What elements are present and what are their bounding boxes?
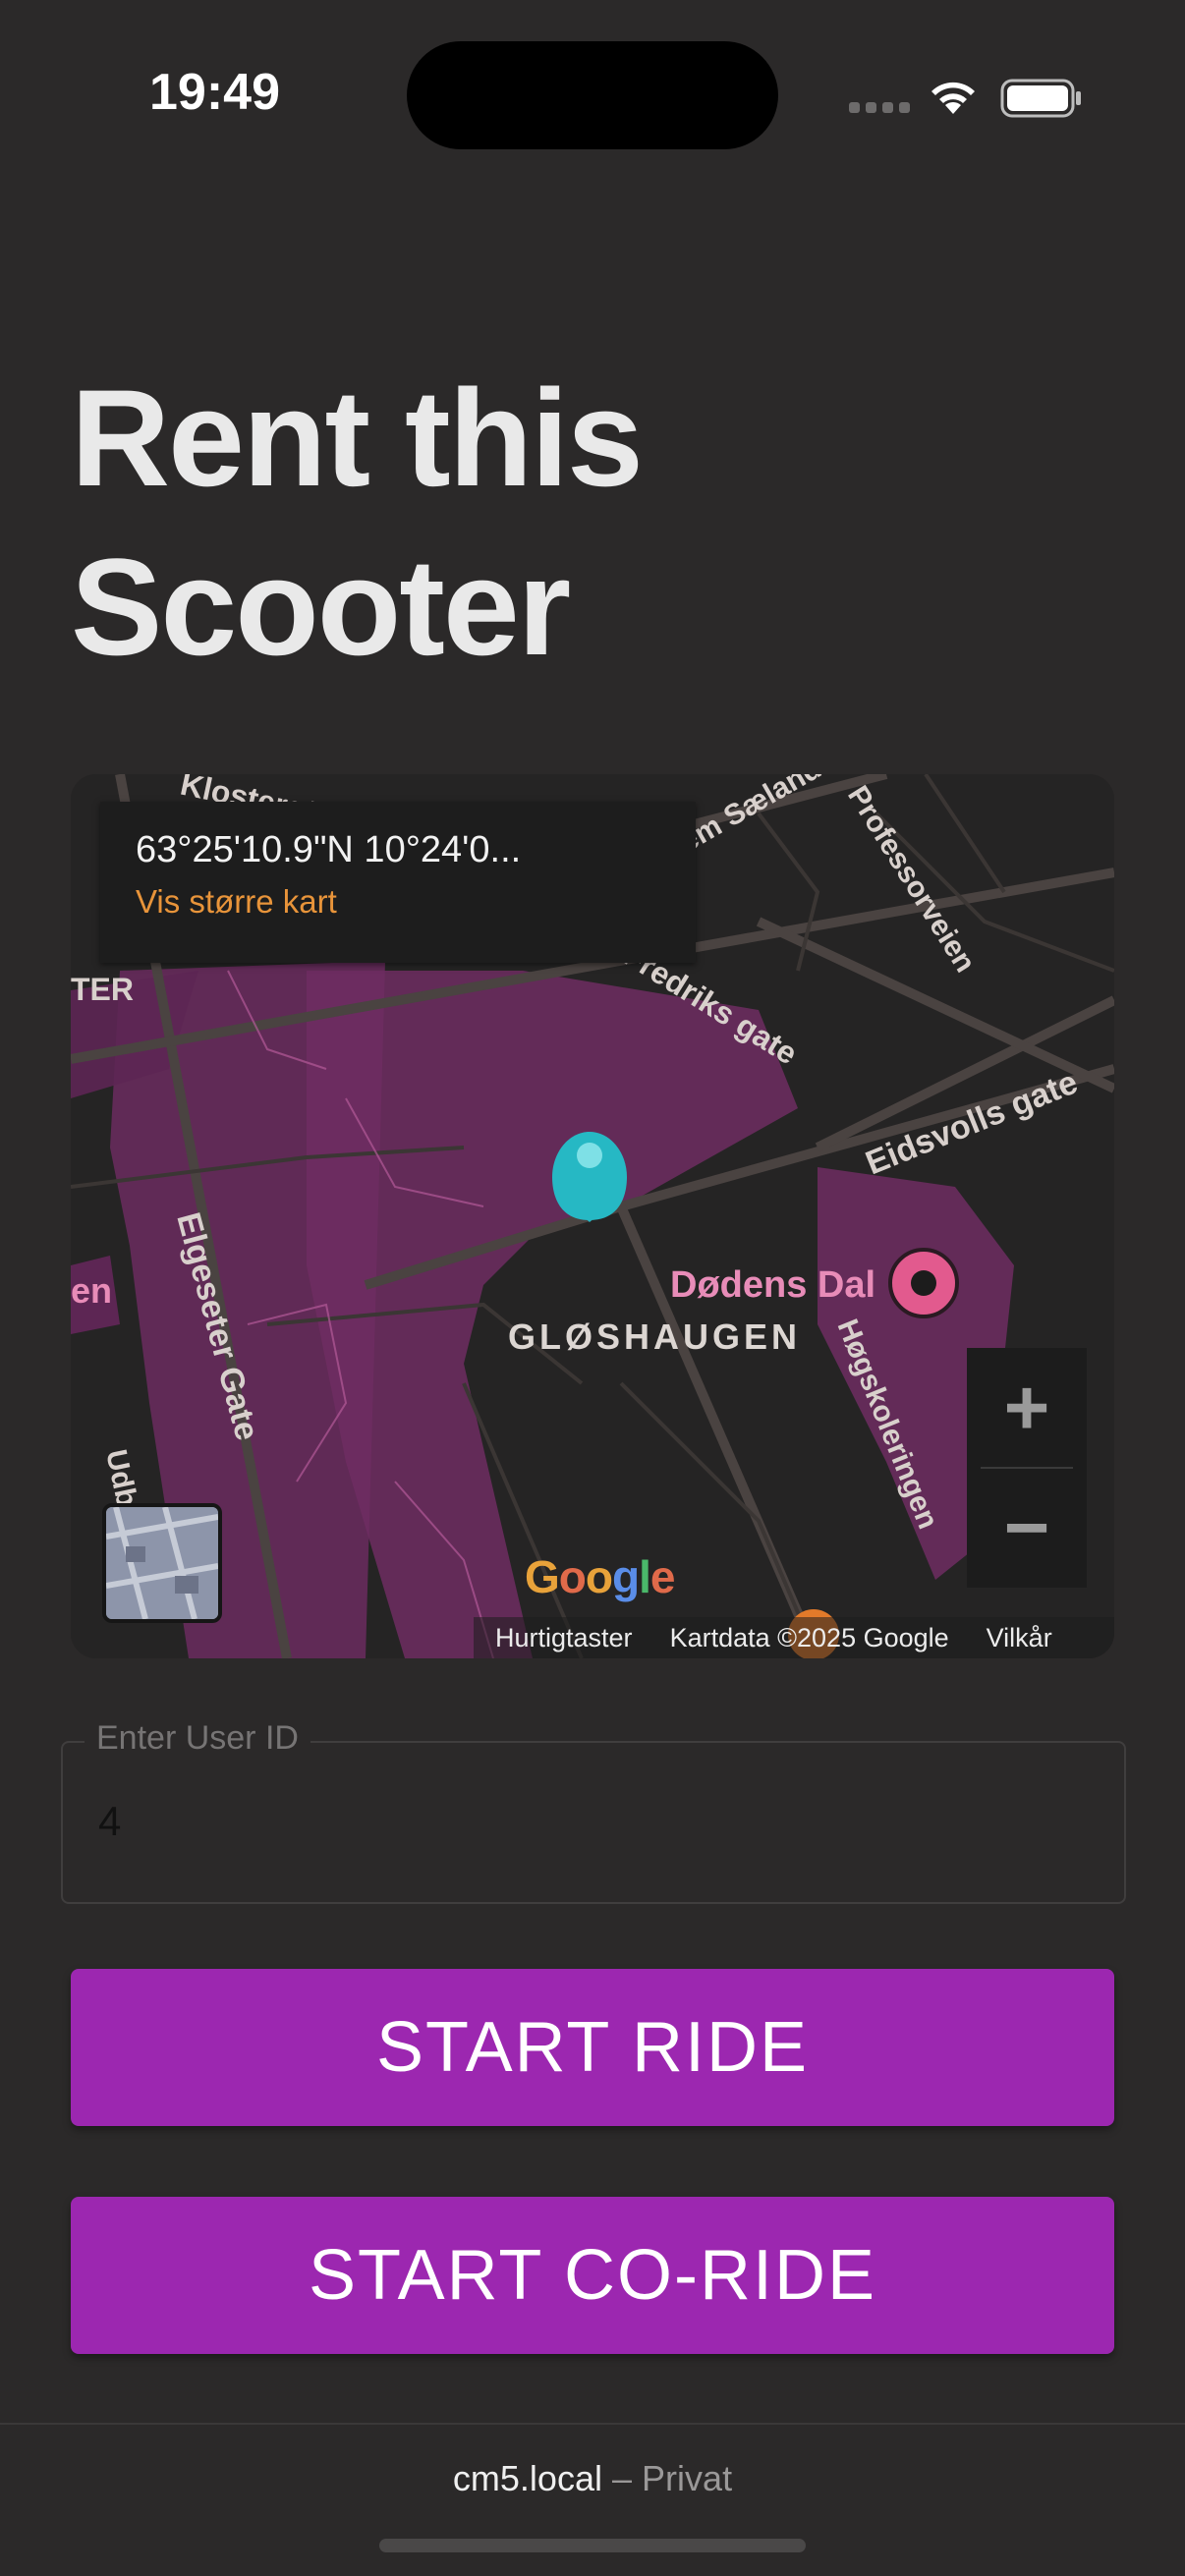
start-ride-button[interactable]: START RIDE [71,1969,1114,2126]
terms-link[interactable]: Vilkår [987,1623,1052,1653]
start-coride-button[interactable]: START CO-RIDE [71,2197,1114,2354]
map-attribution-bar: Hurtigtaster Kartdata ©2025 Google Vilkå… [474,1617,1114,1658]
google-logo: Google [525,1551,675,1602]
map-label-ter: TER [71,972,134,1007]
poi-pin-icon[interactable] [888,1248,959,1318]
address-bar[interactable]: cm5.local – Privat [0,2458,1185,2499]
wifi-icon [931,82,975,114]
cellular-signal-icon [849,102,910,113]
keyboard-shortcuts-link[interactable]: Hurtigtaster [495,1623,633,1653]
map-coordinates: 63°25'10.9"N 10°24'0... [136,829,522,870]
zoom-out-button[interactable]: − [967,1468,1087,1588]
address-separator: – [612,2458,633,2498]
user-id-field[interactable]: Enter User ID [61,1719,1126,1904]
zoom-controls: + − [967,1348,1087,1588]
address-host: cm5.local [452,2458,602,2498]
user-id-input[interactable] [98,1798,1081,1845]
private-mode-label: Privat [642,2458,733,2498]
map-data-text: Kartdata ©2025 Google [669,1622,949,1652]
scooter-location-marker-icon [552,1132,627,1222]
battery-icon [1000,79,1081,118]
status-time: 19:49 [149,64,280,121]
satellite-toggle-thumbnail[interactable] [102,1503,222,1623]
page-title: Rent this Scooter [71,354,1112,692]
page-title-line1: Rent this [71,361,644,515]
home-indicator[interactable] [379,2539,806,2552]
map-embed[interactable]: Klostergt. TER en Sem Sælands gate Fredr… [71,774,1114,1658]
zoom-in-button[interactable]: + [967,1348,1087,1468]
user-id-label: Enter User ID [85,1719,310,1758]
page-title-line2: Scooter [71,530,571,684]
map-label-en: en [71,1270,112,1311]
app-screen: 19:49 Rent this Scooter TER en Fredriks … [0,0,1185,2576]
dynamic-island [407,41,778,149]
map-label-dodens-dal: Dødens Dal [670,1264,875,1306]
view-larger-map-link[interactable]: Vis større kart [136,883,660,921]
zoom-divider [981,1467,1073,1469]
bottom-bar-divider [0,2423,1185,2425]
satellite-thumbnail-icon [106,1507,218,1619]
map-info-card: 63°25'10.9"N 10°24'0... Vis større kart [100,802,696,963]
map-label-gloshaugen: GLØSHAUGEN [508,1316,801,1357]
